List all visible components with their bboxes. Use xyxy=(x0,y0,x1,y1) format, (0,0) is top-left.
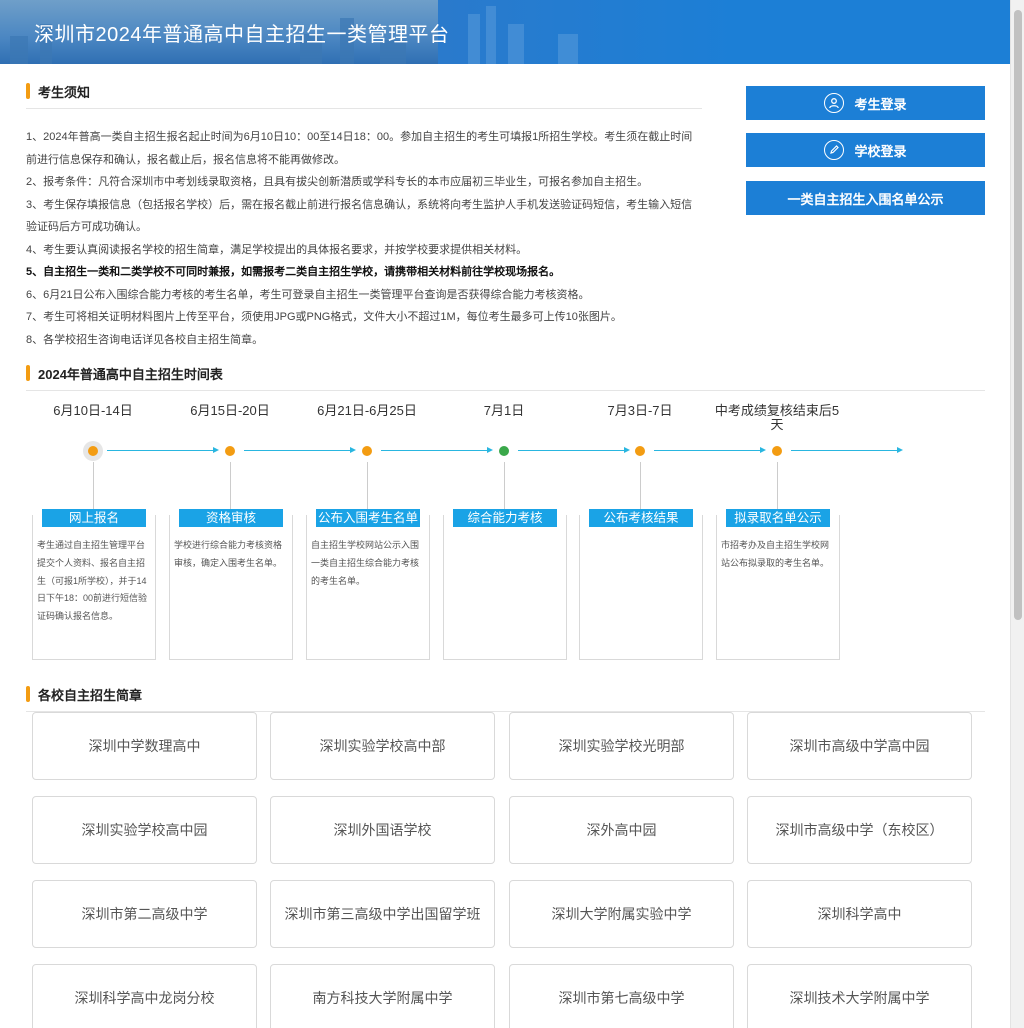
school-card[interactable]: 南方科技大学附属中学 xyxy=(270,964,495,1028)
school-login-label: 学校登录 xyxy=(854,143,907,159)
school-card[interactable]: 深圳实验学校高中园 xyxy=(32,796,257,864)
notice-list: 1、2024年普高一类自主招生报名起止时间为6月10日10：00至14日18：0… xyxy=(26,126,698,351)
timeline-dot xyxy=(499,446,509,456)
school-card[interactable]: 深圳市高级中学高中园 xyxy=(747,712,972,780)
school-card[interactable]: 深圳实验学校光明部 xyxy=(509,712,734,780)
header-decoration xyxy=(438,0,738,64)
timeline-card: 资格审核学校进行综合能力考核资格审核，确定入围考生名单。 xyxy=(169,509,293,660)
timeline-connector xyxy=(640,462,641,514)
school-card[interactable]: 深圳市第七高级中学 xyxy=(509,964,734,1028)
timeline-card: 公布考核结果 xyxy=(579,509,703,660)
timeline-step-desc: 学校进行综合能力考核资格审核，确定入围考生名单。 xyxy=(174,540,283,568)
school-card[interactable]: 深圳市第三高级中学出国留学班 xyxy=(270,880,495,948)
timeline-arrow xyxy=(107,447,219,453)
timeline-connector xyxy=(504,462,505,514)
school-card[interactable]: 深圳中学数理高中 xyxy=(32,712,257,780)
timeline-arrow xyxy=(791,447,903,453)
timeline-step-desc: 市招考办及自主招生学校网站公布拟录取的考生名单。 xyxy=(721,540,830,568)
timeline-step-title: 拟录取名单公示 xyxy=(726,509,830,527)
school-card[interactable]: 深圳外国语学校 xyxy=(270,796,495,864)
shortlist-label: 一类自主招生入围名单公示 xyxy=(787,191,944,207)
school-card[interactable]: 深圳技术大学附属中学 xyxy=(747,964,972,1028)
timeline-arrow xyxy=(244,447,356,453)
notice-item: 2、报考条件：凡符合深圳市中考划线录取资格，且具有拔尖创新潜质或学科专长的本市应… xyxy=(26,176,649,188)
school-card[interactable]: 深圳市第二高级中学 xyxy=(32,880,257,948)
timeline-step-title: 资格审核 xyxy=(179,509,283,527)
divider xyxy=(26,108,702,109)
notice-item: 6、6月21日公布入围综合能力考核的考生名单，考生可登录自主招生一类管理平台查询… xyxy=(26,288,590,301)
timeline-card: 综合能力考核 xyxy=(443,509,567,660)
timeline-step-title: 综合能力考核 xyxy=(453,509,557,527)
timeline-dot xyxy=(772,446,782,456)
timeline-connector xyxy=(230,462,231,514)
schools-heading-text: 各校自主招生简章 xyxy=(38,688,143,703)
timeline-connector xyxy=(367,462,368,514)
divider xyxy=(26,390,985,391)
timeline-arrow xyxy=(654,447,766,453)
student-login-button[interactable]: 考生登录 xyxy=(746,86,985,120)
section-marker xyxy=(26,83,30,99)
school-card[interactable]: 深圳科学高中 xyxy=(747,880,972,948)
student-login-label: 考生登录 xyxy=(854,96,907,112)
timeline-connector xyxy=(777,462,778,514)
section-marker xyxy=(26,365,30,381)
school-card[interactable]: 深圳实验学校高中部 xyxy=(270,712,495,780)
timeline-date: 7月3日-7日 xyxy=(607,403,673,418)
timeline-dot xyxy=(225,446,235,456)
timeline-dot xyxy=(88,446,98,456)
timeline-date: 7月1日 xyxy=(483,403,525,418)
notice-item: 1、2024年普高一类自主招生报名起止时间为6月10日10：00至14日18：0… xyxy=(26,131,693,166)
timeline-heading-text: 2024年普通高中自主招生时间表 xyxy=(38,367,223,382)
timeline-card: 拟录取名单公示市招考办及自主招生学校网站公布拟录取的考生名单。 xyxy=(716,509,840,660)
timeline-date: 中考成绩复核结束后5天 xyxy=(714,403,840,432)
header-banner: 深圳市2024年普通高中自主招生一类管理平台 xyxy=(0,0,1010,64)
section-marker xyxy=(26,686,30,702)
scrollbar-thumb[interactable] xyxy=(1014,10,1022,620)
timeline-arrow xyxy=(518,447,630,453)
user-icon xyxy=(824,93,845,113)
timeline-step-title: 公布考核结果 xyxy=(589,509,693,527)
timeline-dot xyxy=(635,446,645,456)
timeline-step-title: 网上报名 xyxy=(42,509,146,527)
school-card[interactable]: 深圳科学高中龙岗分校 xyxy=(32,964,257,1028)
timeline-step-desc: 自主招生学校网站公示入围一类自主招生综合能力考核的考生名单。 xyxy=(311,540,420,586)
timeline-step-title: 公布入围考生名单 xyxy=(316,509,420,527)
school-card[interactable]: 深外高中园 xyxy=(509,796,734,864)
timeline-card: 网上报名考生通过自主招生管理平台提交个人资料、报名自主招生（可报1所学校），并于… xyxy=(32,509,156,660)
school-login-button[interactable]: 学校登录 xyxy=(746,133,985,167)
timeline-dot xyxy=(362,446,372,456)
timeline-date: 6月21日-6月25日 xyxy=(317,403,417,418)
timeline-card: 公布入围考生名单自主招生学校网站公示入围一类自主招生综合能力考核的考生名单。 xyxy=(306,509,430,660)
school-card[interactable]: 深圳大学附属实验中学 xyxy=(509,880,734,948)
notice-item: 3、考生保存填报信息（包括报名学校）后，需在报名截止前进行报名信息确认，系统将向… xyxy=(26,198,693,234)
timeline-date: 6月15日-20日 xyxy=(190,403,270,418)
pencil-icon xyxy=(824,140,845,160)
notice-item: 4、考生要认真阅读报名学校的招生简章，满足学校提出的具体报名要求，并按学校要求提… xyxy=(26,243,528,256)
timeline-step-desc: 考生通过自主招生管理平台提交个人资料、报名自主招生（可报1所学校），并于14日下… xyxy=(37,540,148,622)
timeline-arrow xyxy=(381,447,493,453)
school-card[interactable]: 深圳市高级中学（东校区） xyxy=(747,796,972,864)
notice-item: 8、各学校招生咨询电话详见各校自主招生简章。 xyxy=(26,333,264,346)
shortlist-button[interactable]: 一类自主招生入围名单公示 xyxy=(746,181,985,215)
page-title: 深圳市2024年普通高中自主招生一类管理平台 xyxy=(34,24,450,46)
notice-heading-text: 考生须知 xyxy=(38,85,91,100)
notice-item-emphasis: 5、自主招生一类和二类学校不可同时兼报，如需报考二类自主招生学校，请携带相关材料… xyxy=(26,266,561,278)
timeline-date: 6月10日-14日 xyxy=(53,403,133,418)
notice-item: 7、考生可将相关证明材料图片上传至平台，须使用JPG或PNG格式，文件大小不超过… xyxy=(26,311,622,323)
vertical-scrollbar[interactable] xyxy=(1010,0,1024,1028)
timeline-connector xyxy=(93,462,94,514)
